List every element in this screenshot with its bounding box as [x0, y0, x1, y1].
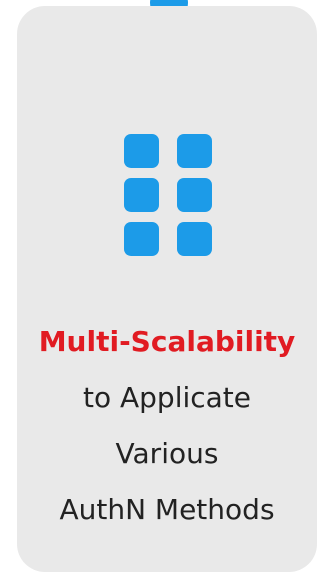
grid-icon-square — [177, 178, 212, 212]
grid-icon — [124, 134, 212, 256]
grid-icon-square — [177, 134, 212, 168]
grid-icon-square — [177, 222, 212, 256]
card-line-1: to Applicate — [82, 381, 252, 414]
page: Multi-Scalability to Applicate Various A… — [0, 0, 317, 576]
card-line-2: Various — [115, 437, 219, 470]
card-line-3: AuthN Methods — [59, 493, 275, 526]
grid-icon-square — [124, 222, 159, 256]
grid-icon-square — [124, 178, 159, 212]
card-headline: Multi-Scalability — [38, 325, 296, 358]
grid-icon-square — [124, 134, 159, 168]
card-text: Multi-Scalability to Applicate Various A… — [17, 314, 317, 538]
